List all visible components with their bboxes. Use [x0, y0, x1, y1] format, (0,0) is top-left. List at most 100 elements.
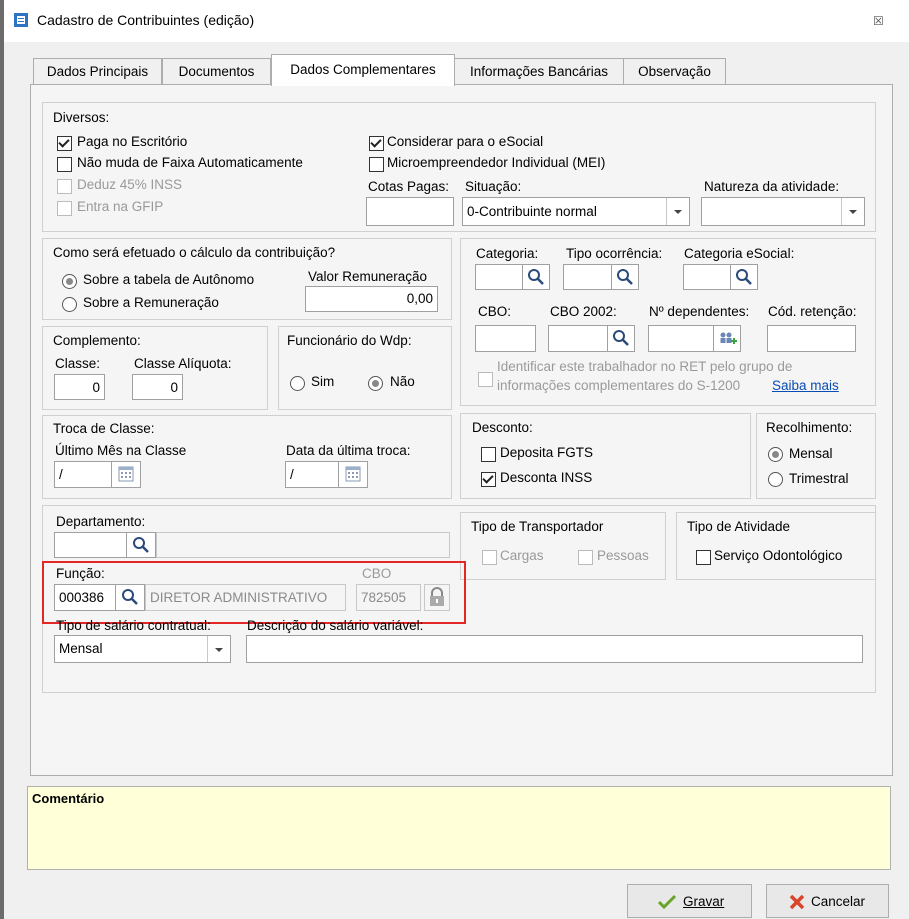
pessoas-checkbox	[578, 550, 593, 565]
departamento-search-button[interactable]	[126, 532, 156, 558]
cbo-2002-search-button[interactable]	[607, 325, 635, 352]
dependentes-add-button[interactable]	[713, 325, 741, 352]
entra-gfip-checkbox	[57, 201, 72, 216]
classe-input[interactable]: 0	[54, 374, 105, 400]
search-icon	[736, 269, 752, 285]
chevron-down-icon[interactable]	[666, 198, 689, 225]
nao-muda-faixa-checkbox[interactable]	[57, 157, 72, 172]
cod-retencao-label: Cód. retenção:	[768, 304, 857, 319]
cargas-label: Cargas	[500, 548, 544, 563]
comentario-area[interactable]: Comentário	[27, 786, 891, 870]
ultimo-mes-label: Último Mês na Classe	[55, 443, 187, 458]
comentario-label: Comentário	[32, 791, 105, 806]
classe-label: Classe:	[55, 356, 101, 371]
sobre-tabela-label: Sobre a tabela de Autônomo	[83, 272, 255, 287]
cbo-2002-input[interactable]	[548, 325, 608, 352]
cod-retencao-input[interactable]	[767, 325, 856, 352]
tab-informacoes-bancarias[interactable]: Informações Bancárias	[454, 58, 624, 85]
tipo-salario-value: Mensal	[59, 641, 103, 656]
dependentes-label: Nº dependentes:	[649, 304, 750, 319]
chevron-down-icon[interactable]	[207, 636, 230, 662]
tipo-ocorrencia-search-button[interactable]	[611, 264, 639, 290]
identificar-ret-label-1: Identificar este trabalhador no RET pelo…	[497, 359, 793, 374]
data-ultima-troca-input[interactable]: /	[285, 461, 339, 488]
wdp-sim-label: Sim	[311, 374, 335, 389]
desconta-inss-label: Desconta INSS	[500, 470, 593, 485]
tipo-ocorrencia-input[interactable]	[563, 264, 612, 290]
categoria-esocial-search-button[interactable]	[730, 264, 758, 290]
search-icon	[528, 269, 544, 285]
recolhimento-mensal-label: Mensal	[789, 446, 833, 461]
categoria-esocial-label: Categoria eSocial:	[684, 246, 795, 261]
data-ultima-troca-label: Data da última troca:	[286, 443, 411, 458]
identificar-ret-label-2: informações complementares do S-1200	[497, 378, 741, 393]
considerar-esocial-label: Considerar para o eSocial	[387, 134, 544, 149]
desconto-title: Desconto:	[472, 420, 533, 435]
ultimo-mes-input[interactable]: /	[54, 461, 112, 488]
natureza-label: Natureza da atividade:	[704, 179, 840, 194]
cbo-input[interactable]	[475, 325, 536, 352]
recolhimento-title: Recolhimento:	[766, 420, 853, 435]
sobre-tabela-radio[interactable]	[62, 274, 77, 289]
wdp-nao-label: Não	[390, 374, 415, 389]
deposita-fgts-checkbox[interactable]	[481, 447, 496, 462]
calendar-icon	[118, 466, 134, 482]
background-window-edge	[0, 0, 4, 919]
chevron-down-icon[interactable]	[841, 198, 864, 225]
valor-remuneracao-input[interactable]: 0,00	[305, 286, 438, 312]
classe-aliquota-input[interactable]: 0	[132, 374, 183, 400]
tab-dados-principais[interactable]: Dados Principais	[33, 58, 162, 85]
cotas-pagas-label: Cotas Pagas:	[368, 179, 450, 194]
tab-dados-complementares[interactable]: Dados Complementares	[271, 54, 455, 86]
calculo-title: Como será efetuado o cálculo da contribu…	[53, 245, 336, 260]
complemento-title: Complemento:	[53, 333, 141, 348]
situacao-select[interactable]: 0-Contribuinte normal	[462, 197, 690, 226]
situacao-label: Situação:	[465, 179, 522, 194]
recolhimento-mensal-radio[interactable]	[768, 447, 783, 462]
recolhimento-trimestral-radio[interactable]	[768, 472, 783, 487]
data-ultima-troca-calendar-button[interactable]	[338, 461, 368, 488]
departamento-input[interactable]	[54, 532, 127, 558]
close-icon[interactable]: ☒	[873, 14, 884, 28]
natureza-select[interactable]	[701, 197, 865, 226]
entra-gfip-label: Entra na GFIP	[77, 199, 164, 214]
deposita-fgts-label: Deposita FGTS	[500, 445, 594, 460]
cargas-checkbox	[482, 550, 497, 565]
checkmark-icon	[658, 894, 676, 910]
cancelar-button[interactable]: Cancelar	[766, 884, 889, 918]
considerar-esocial-checkbox[interactable]	[369, 136, 384, 151]
dependentes-input[interactable]	[648, 325, 714, 352]
mei-label: Microempreendedor Individual (MEI)	[387, 155, 606, 170]
mei-checkbox[interactable]	[369, 157, 384, 172]
categoria-input[interactable]	[475, 264, 523, 290]
gravar-button[interactable]: Gravar	[627, 884, 752, 918]
sobre-remuneracao-radio[interactable]	[62, 297, 77, 312]
classe-aliquota-label: Classe Alíquota:	[134, 356, 232, 371]
paga-escritorio-checkbox[interactable]	[57, 136, 72, 151]
calendar-icon	[345, 466, 361, 482]
tab-observacao[interactable]: Observação	[623, 58, 726, 85]
departamento-label: Departamento:	[56, 514, 146, 529]
wdp-sim-radio[interactable]	[290, 376, 305, 391]
saiba-mais-link[interactable]: Saiba mais	[772, 377, 839, 395]
wdp-nao-radio[interactable]	[368, 376, 383, 391]
categoria-esocial-input[interactable]	[683, 264, 731, 290]
descricao-salario-input[interactable]	[246, 635, 863, 663]
pessoas-label: Pessoas	[597, 548, 649, 563]
people-add-icon	[720, 332, 737, 344]
categoria-search-button[interactable]	[522, 264, 550, 290]
cotas-pagas-input[interactable]	[366, 197, 454, 226]
tipo-salario-select[interactable]: Mensal	[54, 635, 231, 663]
categoria-label: Categoria:	[476, 246, 539, 261]
cbo-2002-label: CBO 2002:	[550, 304, 617, 319]
search-icon	[617, 269, 633, 285]
desconta-inss-checkbox[interactable]	[481, 472, 496, 487]
tab-documentos[interactable]: Documentos	[162, 58, 271, 85]
descricao-salario-label: Descrição do salário variável:	[247, 618, 424, 633]
recolhimento-trimestral-label: Trimestral	[789, 471, 849, 486]
servico-odontologico-label: Serviço Odontológico	[714, 548, 843, 563]
search-icon	[613, 330, 629, 346]
servico-odontologico-checkbox[interactable]	[696, 550, 711, 565]
ultimo-mes-calendar-button[interactable]	[111, 461, 141, 488]
tipo-transportador-title: Tipo de Transportador	[471, 519, 604, 534]
